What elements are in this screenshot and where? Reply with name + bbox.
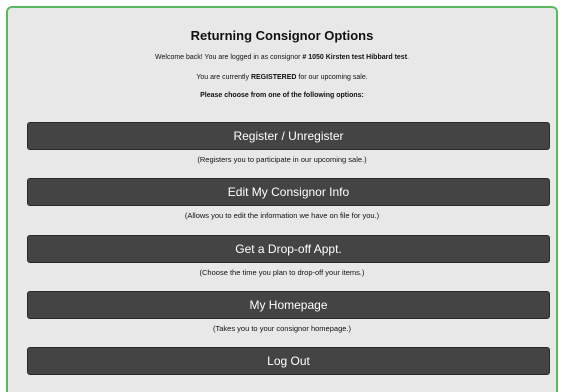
registration-status-message: You are currently REGISTERED for our upc… (8, 74, 556, 81)
register-unregister-button[interactable]: Register / Unregister (27, 122, 550, 150)
drop-off-appt-button[interactable]: Get a Drop-off Appt. (27, 235, 550, 263)
my-homepage-button[interactable]: My Homepage (27, 291, 550, 319)
registered-suffix: for our upcoming sale. (296, 74, 368, 81)
drop-off-appt-hint: (Choose the time you plan to drop-off yo… (199, 268, 365, 277)
welcome-prefix: Welcome back! You are logged in as consi… (155, 54, 303, 61)
register-unregister-hint: (Registers you to participate in our upc… (197, 155, 367, 164)
consignor-options-panel: Returning Consignor Options Welcome back… (6, 6, 558, 392)
welcome-suffix: . (407, 54, 409, 61)
my-homepage-hint: (Takes you to your consignor homepage.) (213, 324, 351, 333)
edit-consignor-info-hint: (Allows you to edit the information we h… (184, 211, 380, 220)
registered-prefix: You are currently (196, 74, 251, 81)
page-title: Returning Consignor Options (190, 28, 374, 43)
edit-consignor-info-button[interactable]: Edit My Consignor Info (27, 178, 550, 206)
registration-status: REGISTERED (250, 74, 297, 81)
welcome-message: Welcome back! You are logged in as consi… (8, 54, 556, 61)
consignor-name: # 1050 Kirsten test Hibbard test (302, 54, 408, 61)
choose-prompt: Please choose from one of the following … (200, 92, 364, 99)
log-out-button[interactable]: Log Out (27, 347, 550, 375)
